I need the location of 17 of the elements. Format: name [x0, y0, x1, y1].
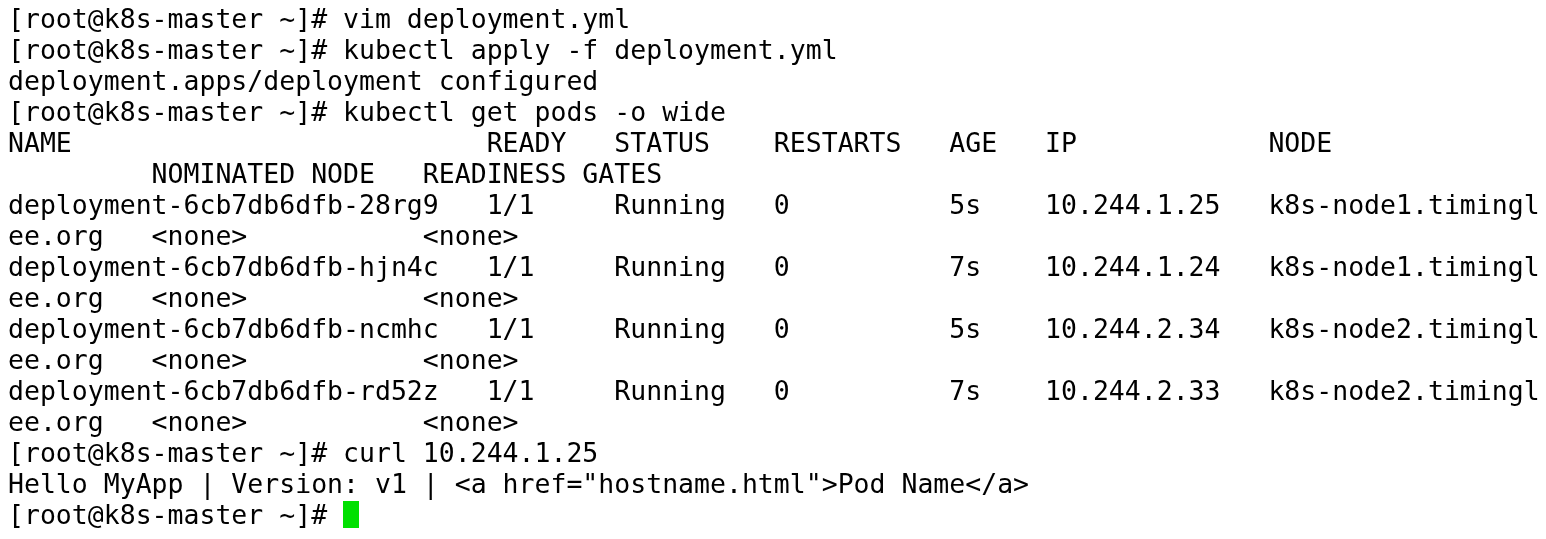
terminal-line: Hello MyApp | Version: v1 | <a href="hostname.html">Pod Name</a> — [8, 468, 1030, 499]
terminal-line: [root@k8s-master ~]# kubectl apply -f deployment.yml — [8, 34, 838, 65]
terminal-line: NAME READY STATUS RESTARTS AGE IP NODE — [8, 127, 1333, 158]
terminal-line: deployment.apps/deployment configured — [8, 65, 599, 96]
terminal-line: deployment-6cb7db6dfb-28rg9 1/1 Running 0 5s 10.244.1.25 k8s-node1.timingl — [8, 189, 1540, 220]
terminal-line: [root@k8s-master ~]# kubectl get pods -o wide — [8, 96, 726, 127]
terminal-line: ee.org <none> <none> — [8, 344, 519, 375]
terminal-line: deployment-6cb7db6dfb-rd52z 1/1 Running 0 7s 10.244.2.33 k8s-node2.timingl — [8, 375, 1540, 406]
terminal-line: [root@k8s-master ~]# vim deployment.yml — [8, 3, 631, 34]
terminal-line: ee.org <none> <none> — [8, 282, 519, 313]
terminal-line: NOMINATED NODE READINESS GATES — [150, 158, 663, 189]
terminal-line: [root@k8s-master ~]# — [8, 499, 329, 530]
terminal-line: deployment-6cb7db6dfb-ncmhc 1/1 Running 0 5s 10.244.2.34 k8s-node2.timingl — [8, 313, 1540, 344]
terminal-line: [root@k8s-master ~]# curl 10.244.1.25 — [8, 437, 599, 468]
terminal-line: deployment-6cb7db6dfb-hjn4c 1/1 Running 0 7s 10.244.1.24 k8s-node1.timingl — [8, 251, 1540, 282]
terminal-line: ee.org <none> <none> — [8, 220, 519, 251]
terminal-line: ee.org <none> <none> — [8, 406, 519, 437]
